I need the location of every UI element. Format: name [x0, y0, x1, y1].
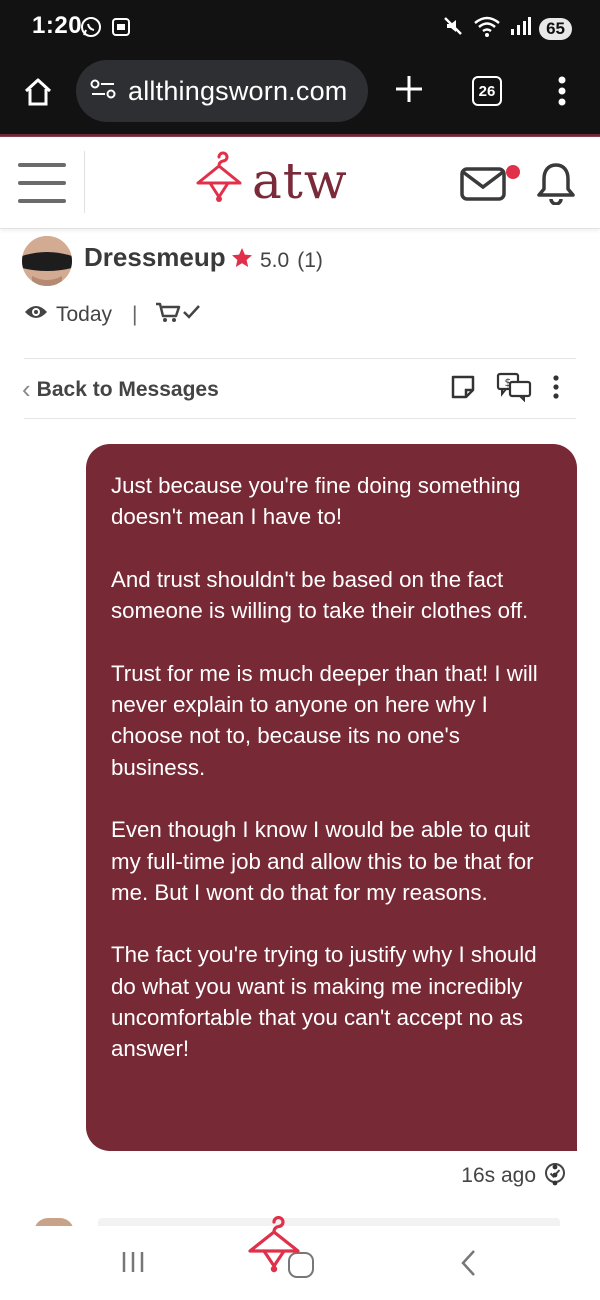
hamburger-menu-icon[interactable] [18, 163, 66, 203]
note-icon[interactable] [450, 374, 476, 405]
message-paragraph: Trust for me is much deeper than that! I… [111, 660, 538, 780]
notification-dot [506, 165, 520, 179]
divider [24, 358, 576, 359]
message-paragraph: And trust shouldn't be based on the fact… [111, 566, 529, 624]
eye-icon [24, 303, 48, 327]
chevron-left-icon: ‹ [22, 374, 31, 404]
wifi-icon [473, 14, 501, 43]
rating-value: 5.0 [260, 249, 290, 272]
profile-name[interactable]: Dressmeup [84, 242, 226, 273]
last-seen: Today [56, 303, 113, 326]
whatsapp-icon [80, 16, 102, 43]
meta-separator: | [132, 303, 138, 326]
screenshot-icon [110, 16, 132, 43]
hanger-fab-icon[interactable] [244, 1215, 304, 1281]
recents-icon[interactable] [120, 1250, 146, 1279]
header-divider [84, 151, 85, 213]
site-info-icon[interactable] [90, 78, 116, 105]
home-icon[interactable] [22, 76, 54, 113]
message-timestamp: 16s ago [461, 1164, 536, 1187]
battery-icon: 65 [539, 17, 572, 40]
rating: 5.0 (1) [230, 246, 323, 276]
cart-check-icon [154, 300, 204, 330]
profile-meta: Today | [24, 300, 204, 330]
message-paragraph: The fact you're trying to justify why I … [111, 942, 537, 1062]
mute-icon [441, 14, 465, 43]
address-bar[interactable]: allthingsworn.com [76, 60, 368, 122]
new-tab-icon[interactable] [392, 72, 426, 111]
price-offer-icon[interactable]: $ [496, 372, 532, 407]
back-nav-icon[interactable] [458, 1248, 478, 1283]
back-label: Back to Messages [36, 377, 219, 401]
status-time: 1:20 [32, 12, 83, 39]
rating-count: (1) [297, 249, 323, 272]
tab-switcher-icon[interactable]: 26 [472, 76, 502, 106]
message-more-icon[interactable] [551, 1164, 559, 1191]
signal-icon [509, 15, 532, 42]
site-header: atw [0, 137, 600, 229]
divider [24, 418, 576, 419]
mail-icon[interactable] [460, 167, 506, 206]
message-paragraph: Even though I know I would be able to qu… [111, 817, 534, 905]
avatar[interactable] [22, 236, 72, 286]
status-bar: 1:20 65 [0, 0, 600, 56]
site-logo[interactable]: atw [192, 151, 348, 210]
url-text: allthingsworn.com [128, 75, 348, 106]
browser-menu-icon[interactable] [556, 76, 568, 111]
hanger-logo-icon [192, 151, 246, 210]
message-bubble: Just because you're fine doing something… [86, 444, 577, 1151]
logo-text: atw [252, 151, 348, 210]
bell-icon[interactable] [536, 161, 576, 210]
thread-actions: $ [450, 372, 560, 407]
back-to-messages-link[interactable]: ‹ Back to Messages [22, 374, 219, 405]
browser-toolbar: allthingsworn.com 26 [0, 56, 600, 136]
more-options-icon[interactable] [552, 375, 560, 404]
next-message-preview [98, 1218, 560, 1226]
star-icon [230, 246, 254, 276]
message-paragraph: Just because you're fine doing something… [111, 473, 521, 530]
